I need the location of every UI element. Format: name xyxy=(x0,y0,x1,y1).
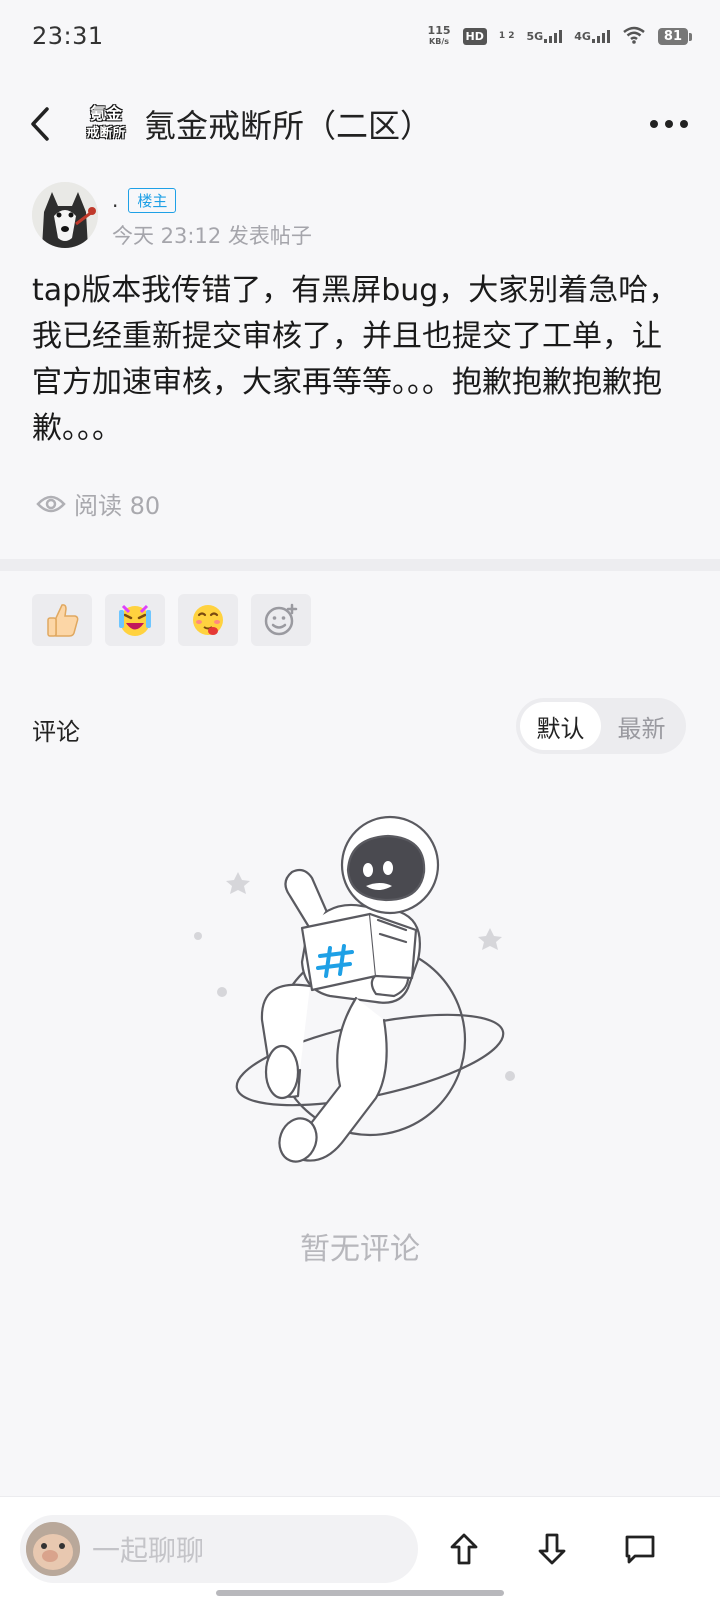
comments-heading: 评论 xyxy=(32,718,80,746)
top-navbar: 氪金 戒断所 氪金戒断所（二区） xyxy=(0,72,720,176)
downvote-button[interactable] xyxy=(528,1525,576,1573)
more-dots-icon xyxy=(650,120,658,128)
comment-sort-toggle: 默认 最新 xyxy=(516,698,686,754)
hd-sub-label: 1 2 xyxy=(498,31,515,41)
status-bar: 23:31 115 KB/s HD 1 2 5G 4G 81 xyxy=(0,0,720,72)
op-badge: 楼主 xyxy=(128,187,177,213)
empty-comments-text: 暂无评论 xyxy=(300,1232,420,1267)
signal-4g-icon: 4G xyxy=(574,29,610,43)
forum-title[interactable]: 氪金戒断所（二区） xyxy=(144,101,650,147)
status-icons: 115 KB/s HD 1 2 5G 4G 81 xyxy=(427,24,693,47)
wifi-icon xyxy=(622,26,646,47)
post-author: . 楼主 今天 23:12 发表帖子 xyxy=(32,182,692,250)
signal-5g-icon: 5G xyxy=(527,29,563,43)
reaction-bar xyxy=(32,594,311,646)
comment-bubble-icon xyxy=(625,1535,655,1563)
post-timestamp: 今天 23:12 发表帖子 xyxy=(112,224,312,248)
empty-comments-illustration xyxy=(194,815,515,1163)
upvote-arrow-icon xyxy=(450,1533,478,1564)
post-content: tap版本我传错了，有黑屏bug，大家别着急哈，我已经重新提交审核了，并且也提交… xyxy=(32,273,679,446)
section-divider xyxy=(0,559,720,571)
share-button[interactable] xyxy=(440,1525,488,1573)
status-time: 23:31 xyxy=(32,22,104,50)
user-avatar xyxy=(26,1521,80,1576)
comment-input[interactable]: 一起聊聊 xyxy=(20,1514,418,1583)
eye-icon xyxy=(36,495,66,512)
battery-icon: 81 xyxy=(657,27,693,45)
more-options-button[interactable] xyxy=(650,120,688,128)
reaction-drooling[interactable] xyxy=(178,594,238,646)
forum-logo[interactable]: 氪金 戒断所 xyxy=(80,98,132,150)
home-indicator[interactable] xyxy=(216,1590,504,1596)
hd-voice-icon: HD xyxy=(462,27,487,45)
add-emoji-icon xyxy=(264,603,298,636)
view-count: 阅读 80 xyxy=(36,486,160,521)
thumbs-up-icon xyxy=(47,604,79,637)
back-button[interactable] xyxy=(20,104,60,144)
author-meta: . 楼主 今天 23:12 发表帖子 xyxy=(112,182,312,250)
author-avatar[interactable] xyxy=(32,182,98,248)
network-speed: 115 KB/s xyxy=(427,24,451,46)
add-reaction-button[interactable] xyxy=(251,594,311,646)
view-count-label: 阅读 80 xyxy=(74,492,161,520)
bottom-action-bar: 一起聊聊 xyxy=(0,1496,720,1600)
chevron-left-icon xyxy=(31,107,49,141)
sort-latest-button[interactable]: 最新 xyxy=(601,702,682,750)
comment-button[interactable] xyxy=(616,1525,664,1573)
reaction-laughing[interactable] xyxy=(105,594,165,646)
comment-input-placeholder: 一起聊聊 xyxy=(92,1533,205,1567)
downvote-arrow-icon xyxy=(538,1533,566,1564)
reaction-thumbs-up[interactable] xyxy=(32,594,92,646)
laughing-emoji-icon xyxy=(119,604,151,636)
sort-default-button[interactable]: 默认 xyxy=(520,702,601,750)
author-name[interactable]: . xyxy=(112,188,118,212)
drooling-emoji-icon xyxy=(193,605,223,635)
